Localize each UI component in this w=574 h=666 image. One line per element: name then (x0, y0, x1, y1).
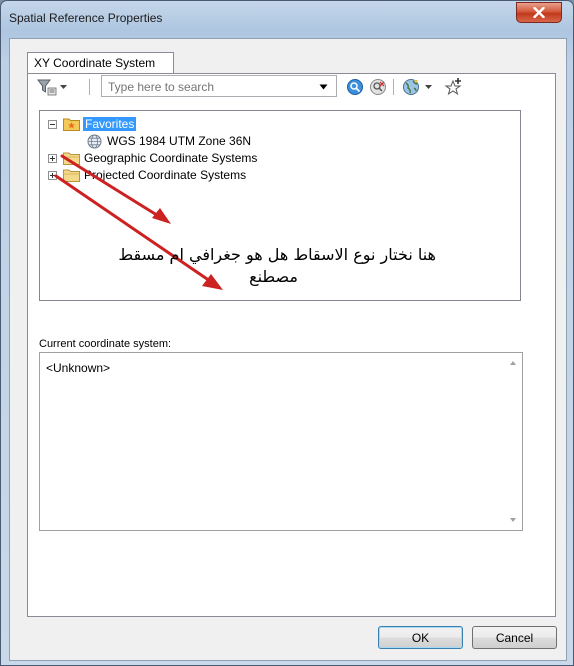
search-icon (347, 79, 363, 95)
annotation-text-line-2: مصطنع (249, 267, 298, 286)
clear-search-icon (370, 79, 386, 95)
search-input[interactable] (106, 77, 310, 97)
folder-icon (63, 169, 80, 182)
tree-item-label: Projected Coordinate Systems (84, 168, 247, 182)
filter-dropdown-button[interactable] (37, 75, 68, 99)
close-icon (533, 7, 545, 18)
dialog-window: Spatial Reference Properties XY Coordina… (0, 0, 574, 666)
dropdown-arrow-icon[interactable] (319, 84, 328, 90)
toolbar (35, 75, 515, 99)
title-bar[interactable]: Spatial Reference Properties (1, 1, 573, 35)
add-coordinate-system-button[interactable] (402, 75, 433, 99)
add-to-favorites-icon (444, 78, 462, 96)
ok-button[interactable]: OK (378, 626, 463, 649)
chevron-down-icon (60, 85, 67, 89)
expand-icon[interactable] (48, 170, 57, 180)
arrow-to-text-2 (54, 174, 212, 283)
current-coordinate-system-box[interactable]: <Unknown> (39, 352, 523, 531)
toolbar-separator (393, 79, 394, 95)
tree-item-label: Geographic Coordinate Systems (84, 151, 258, 165)
tree-item-wgs-1984-utm-zone-36n[interactable]: WGS 1984 UTM Zone 36N (87, 133, 251, 149)
current-coordinate-system-value: <Unknown> (46, 361, 111, 375)
toolbar-separator (89, 79, 90, 95)
scroll-down-icon[interactable] (505, 514, 521, 526)
tree-item-geographic-coordinate-systems[interactable]: Geographic Coordinate Systems (48, 150, 257, 166)
add-to-favorites-button[interactable] (444, 75, 464, 99)
window-title: Spatial Reference Properties (9, 11, 163, 25)
tree-item-projected-coordinate-systems[interactable]: Projected Coordinate Systems (48, 167, 246, 183)
clear-search-button[interactable] (369, 75, 387, 99)
expand-icon[interactable] (48, 153, 57, 163)
close-button[interactable] (516, 2, 562, 23)
search-box[interactable] (101, 75, 337, 97)
chevron-down-icon (425, 85, 432, 89)
tree-item-favorites[interactable]: Favorites (48, 116, 137, 132)
globe-icon (87, 134, 102, 148)
current-coordinate-system-label: Current coordinate system: (39, 338, 172, 350)
tree-item-label: WGS 1984 UTM Zone 36N (107, 134, 252, 148)
tree-item-label: Favorites (83, 117, 137, 131)
tab-xy-coordinate-system[interactable]: XY Coordinate System (27, 52, 174, 73)
cancel-button[interactable]: Cancel (472, 626, 557, 649)
scroll-up-icon[interactable] (505, 357, 521, 369)
coordinate-system-tree[interactable]: Favorites WGS 1984 UTM Zone 36N Geograph… (39, 110, 521, 301)
folder-icon (63, 152, 80, 165)
vertical-scrollbar[interactable] (505, 354, 521, 529)
globe-icon (403, 79, 419, 95)
dialog-client-area: XY Coordinate System Type here to search… (9, 38, 567, 661)
filter-icon (37, 79, 57, 96)
folder-star-icon (63, 118, 80, 131)
arrowhead-icon (152, 208, 171, 224)
arrowhead-icon (202, 274, 223, 290)
search-button[interactable] (346, 75, 364, 99)
collapse-icon[interactable] (48, 119, 57, 129)
annotation-text-line-1: هنا نختار نوع الاسقاط هل هو جغرافي ام مس… (118, 245, 436, 264)
